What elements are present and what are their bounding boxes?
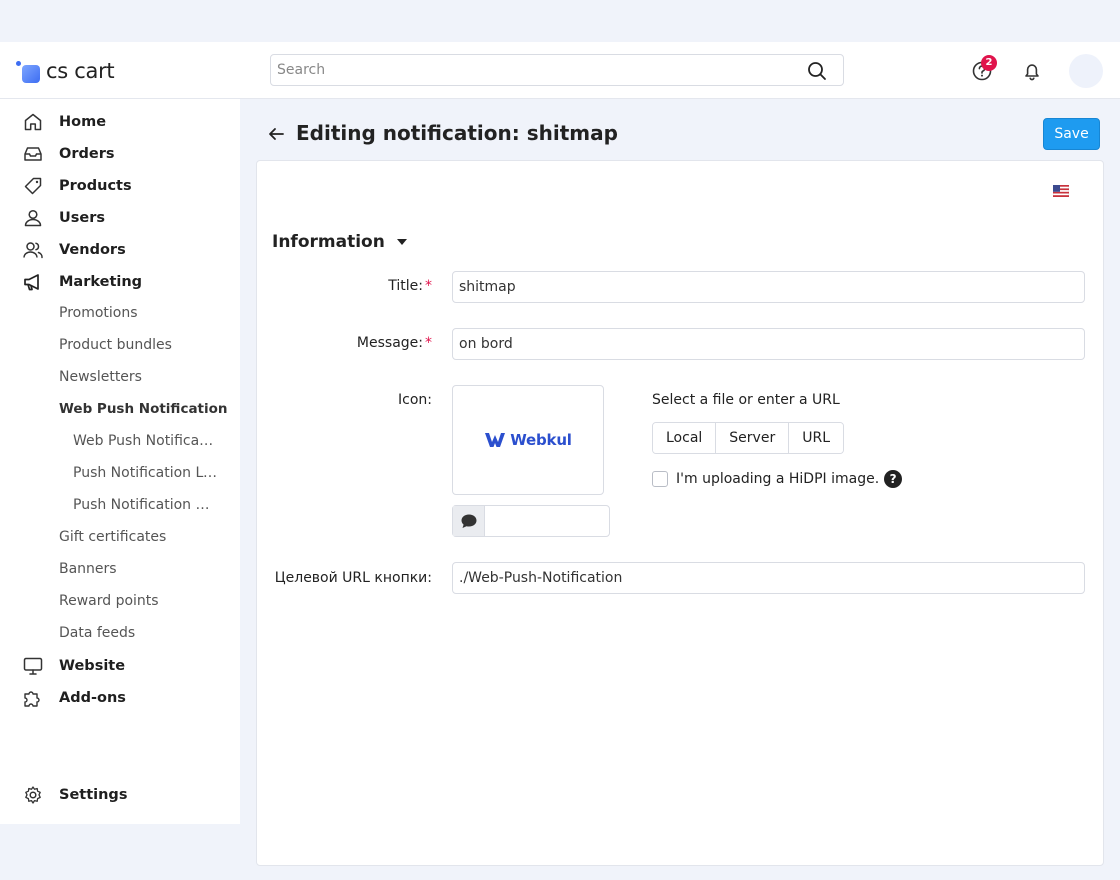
sidebar-subitem-data-feeds[interactable]: Data feeds: [59, 625, 135, 641]
hidpi-checkbox[interactable]: [652, 471, 668, 487]
bell-icon[interactable]: [1021, 60, 1043, 82]
sidebar-item-addons[interactable]: Add-ons: [22, 686, 126, 710]
megaphone-icon: [24, 274, 39, 291]
help-tooltip-icon[interactable]: ?: [884, 470, 903, 488]
alt-text-group: [452, 505, 610, 537]
caret-down-icon: [396, 239, 407, 245]
sidebar-item-products[interactable]: Products: [22, 174, 132, 198]
cs-cart-logo[interactable]: cs cart: [16, 57, 115, 85]
sidebar-subitem-gift-certificates[interactable]: Gift certificates: [59, 529, 166, 545]
home-icon: [24, 113, 42, 131]
sidebar-subitem-banners[interactable]: Banners: [59, 561, 117, 577]
avatar[interactable]: [1069, 54, 1103, 88]
title-label-text: Title:: [388, 278, 423, 294]
sidebar-item-label: Users: [59, 210, 106, 226]
required-mark: *: [425, 335, 432, 351]
title-label: Title: *: [262, 278, 432, 294]
back-arrow-icon[interactable]: [266, 124, 286, 144]
sidebar-item-marketing[interactable]: Marketing: [22, 270, 142, 294]
sidebar-item-settings[interactable]: Settings: [22, 783, 127, 807]
webkul-logo-text: Webkul: [510, 431, 572, 449]
local-source-button[interactable]: Local: [653, 423, 717, 453]
section-title: Information: [272, 232, 385, 252]
sidebar-item-home[interactable]: Home: [22, 110, 106, 134]
sidebar-subsubitem-web-push-notification[interactable]: Web Push Notification: [73, 433, 218, 449]
hidpi-option: I'm uploading a HiDPI image. ?: [652, 470, 903, 488]
top-bar: cs cart: [0, 42, 1120, 99]
user-icon: [24, 209, 42, 227]
sidebar-subsubitem-push-notification-log[interactable]: Push Notification Log: [73, 465, 218, 481]
help-badge-count: 2: [981, 55, 997, 71]
alt-text-input[interactable]: [485, 506, 609, 536]
sidebar-item-label: Vendors: [59, 242, 126, 258]
puzzle-icon: [24, 691, 40, 707]
target-url-input[interactable]: [452, 562, 1085, 594]
sidebar-subitem-web-push-notification[interactable]: Web Push Notification: [59, 401, 228, 417]
message-input[interactable]: [452, 328, 1085, 360]
content-card: [256, 160, 1104, 866]
search-icon[interactable]: [807, 61, 827, 81]
sidebar-item-orders[interactable]: Orders: [22, 142, 114, 166]
server-source-button[interactable]: Server: [716, 423, 790, 453]
webkul-logo: Webkul: [484, 431, 572, 449]
icon-label: Icon:: [398, 392, 432, 408]
icon-image-preview[interactable]: Webkul: [452, 385, 604, 495]
sidebar-item-label: Add-ons: [59, 690, 126, 706]
logo-text: cs cart: [46, 59, 115, 83]
sidebar-item-label: Orders: [59, 146, 115, 162]
sidebar-subsubitem-push-notification-subscribers[interactable]: Push Notification Subscribers: [73, 497, 218, 513]
monitor-icon: [23, 657, 43, 675]
required-mark: *: [425, 278, 432, 294]
search-input[interactable]: [277, 55, 797, 85]
sidebar-item-label: Marketing: [59, 274, 143, 290]
sidebar-item-website[interactable]: Website: [22, 654, 125, 678]
webkul-logo-icon: [485, 433, 506, 447]
target-url-label: Целевой URL кнопки:: [274, 570, 432, 586]
users-icon: [23, 242, 43, 259]
sidebar-item-label: Products: [59, 178, 132, 194]
sidebar-subitem-newsletters[interactable]: Newsletters: [59, 369, 142, 385]
comment-icon: [461, 514, 476, 528]
sidebar-item-label: Settings: [59, 787, 128, 803]
sidebar-subitem-reward-points[interactable]: Reward points: [59, 593, 159, 609]
sidebar-item-label: Home: [59, 114, 107, 130]
save-button[interactable]: Save: [1043, 118, 1100, 150]
sidebar-item-vendors[interactable]: Vendors: [22, 238, 126, 262]
sidebar-item-users[interactable]: Users: [22, 206, 105, 230]
message-label: Message: *: [262, 335, 432, 351]
alt-text-addon: [453, 506, 485, 536]
logo-mark-icon: [16, 59, 40, 83]
title-input[interactable]: [452, 271, 1085, 303]
section-information-toggle[interactable]: Information: [272, 232, 407, 252]
file-source-button-group: Local Server URL: [652, 422, 844, 454]
gear-icon: [25, 786, 41, 804]
message-label-text: Message:: [356, 335, 423, 351]
us-flag-icon[interactable]: [1053, 185, 1069, 197]
sidebar-item-label: Website: [59, 658, 126, 674]
search-box: [270, 54, 844, 86]
file-select-hint: Select a file or enter a URL: [652, 392, 840, 408]
tag-icon: [24, 177, 42, 195]
hidpi-label: I'm uploading a HiDPI image.: [676, 471, 880, 487]
sidebar: Home Orders Products Users Vendors Marke…: [0, 99, 240, 824]
page-title: Editing notification: shitmap: [296, 121, 618, 145]
inbox-icon: [24, 147, 42, 161]
url-source-button[interactable]: URL: [789, 423, 843, 453]
sidebar-subitem-promotions[interactable]: Promotions: [59, 305, 138, 321]
sidebar-subitem-product-bundles[interactable]: Product bundles: [59, 337, 172, 353]
